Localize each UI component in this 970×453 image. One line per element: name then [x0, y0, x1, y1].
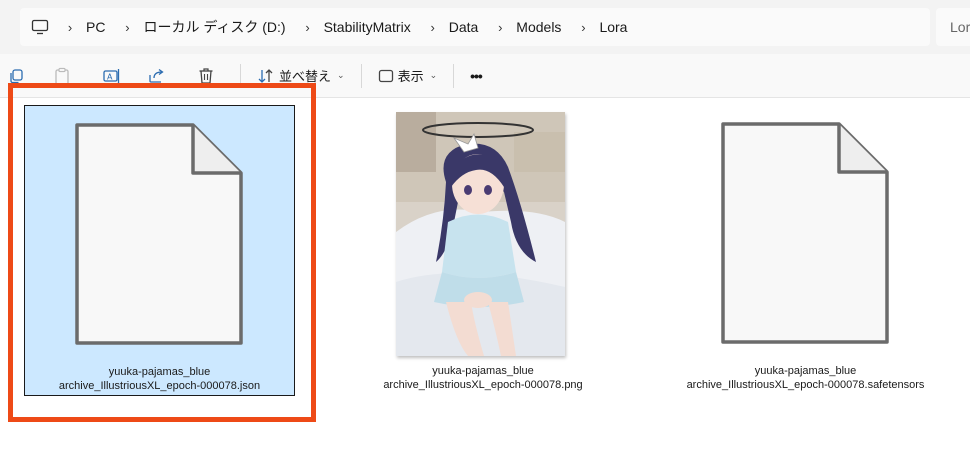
share-icon	[149, 68, 164, 83]
breadcrumb-item-local-disk[interactable]: ローカル ディスク (D:)	[137, 17, 297, 37]
toolbar-divider	[453, 63, 455, 88]
rename-icon: A	[103, 68, 120, 83]
more-icon: •••	[470, 67, 483, 84]
address-bar[interactable]: › PC › ローカル ディスク (D:) › StabilityMatrix …	[20, 8, 930, 46]
breadcrumb-item-lora[interactable]: Lora	[593, 19, 639, 35]
more-options-button[interactable]: •••	[464, 60, 488, 92]
file-name-line1: yuuka-pajamas_blue	[754, 365, 857, 377]
svg-text:A: A	[107, 72, 113, 81]
breadcrumb-item-pc[interactable]: PC	[80, 19, 117, 35]
sort-icon	[258, 68, 273, 83]
file-name-line2: archive_IllustriousXL_epoch-000078.png	[383, 379, 583, 391]
chevron-right-icon[interactable]: ›	[117, 20, 137, 35]
view-icon	[378, 69, 393, 82]
file-tile-png[interactable]: yuuka-pajamas_blue archive_IllustriousXL…	[360, 364, 606, 392]
sort-label: 並べ替え	[279, 69, 332, 84]
chevron-right-icon[interactable]: ›	[298, 20, 318, 35]
toolbar-divider	[240, 63, 241, 88]
copy-icon	[10, 68, 23, 83]
file-name-line2: archive_IllustriousXL_epoch-000078.json	[58, 380, 261, 392]
view-label: 表示	[397, 69, 424, 84]
clipboard-icon	[55, 67, 69, 85]
chevron-right-icon[interactable]: ›	[60, 20, 80, 35]
file-name-line1: yuuka-pajamas_blue	[432, 365, 534, 377]
anime-girl-image-icon	[396, 112, 565, 356]
rename-button[interactable]: A	[92, 60, 132, 92]
search-input[interactable]: Lora	[936, 8, 970, 46]
file-tile-safetensors[interactable]: yuuka-pajamas_blue archive_IllustriousXL…	[670, 105, 941, 396]
address-area: › PC › ローカル ディスク (D:) › StabilityMatrix …	[0, 0, 970, 54]
chevron-down-icon: ⌄	[429, 70, 438, 80]
command-bar: A 並べ替え ⌄ 表示 ⌄ •••	[0, 54, 970, 98]
view-button[interactable]: 表示 ⌄	[372, 60, 444, 92]
file-tile-json[interactable]: yuuka-pajamas_blue archive_IllustriousXL…	[24, 105, 295, 396]
file-name-line2: archive_IllustriousXL_epoch-000078.safet…	[686, 379, 925, 391]
chevron-right-icon[interactable]: ›	[423, 20, 443, 35]
chevron-down-icon: ⌄	[337, 70, 345, 80]
file-name-line1: yuuka-pajamas_blue	[108, 366, 211, 378]
share-button[interactable]	[132, 60, 182, 92]
sort-button[interactable]: 並べ替え ⌄	[251, 60, 351, 92]
file-icon	[74, 123, 243, 345]
copy-button[interactable]	[0, 60, 32, 92]
chevron-right-icon[interactable]: ›	[490, 20, 510, 35]
breadcrumb-item-data[interactable]: Data	[443, 19, 491, 35]
breadcrumb-item-models[interactable]: Models	[510, 19, 573, 35]
paste-button[interactable]	[32, 60, 92, 92]
search-placeholder: Lora	[950, 19, 970, 35]
file-icon	[720, 122, 889, 344]
trash-icon	[199, 67, 213, 84]
image-thumbnail[interactable]	[396, 112, 565, 356]
delete-button[interactable]	[182, 60, 230, 92]
computer-icon[interactable]	[20, 8, 60, 46]
breadcrumb-item-stabilitymatrix[interactable]: StabilityMatrix	[318, 19, 423, 35]
toolbar-divider	[360, 63, 362, 88]
chevron-right-icon[interactable]: ›	[573, 20, 593, 35]
